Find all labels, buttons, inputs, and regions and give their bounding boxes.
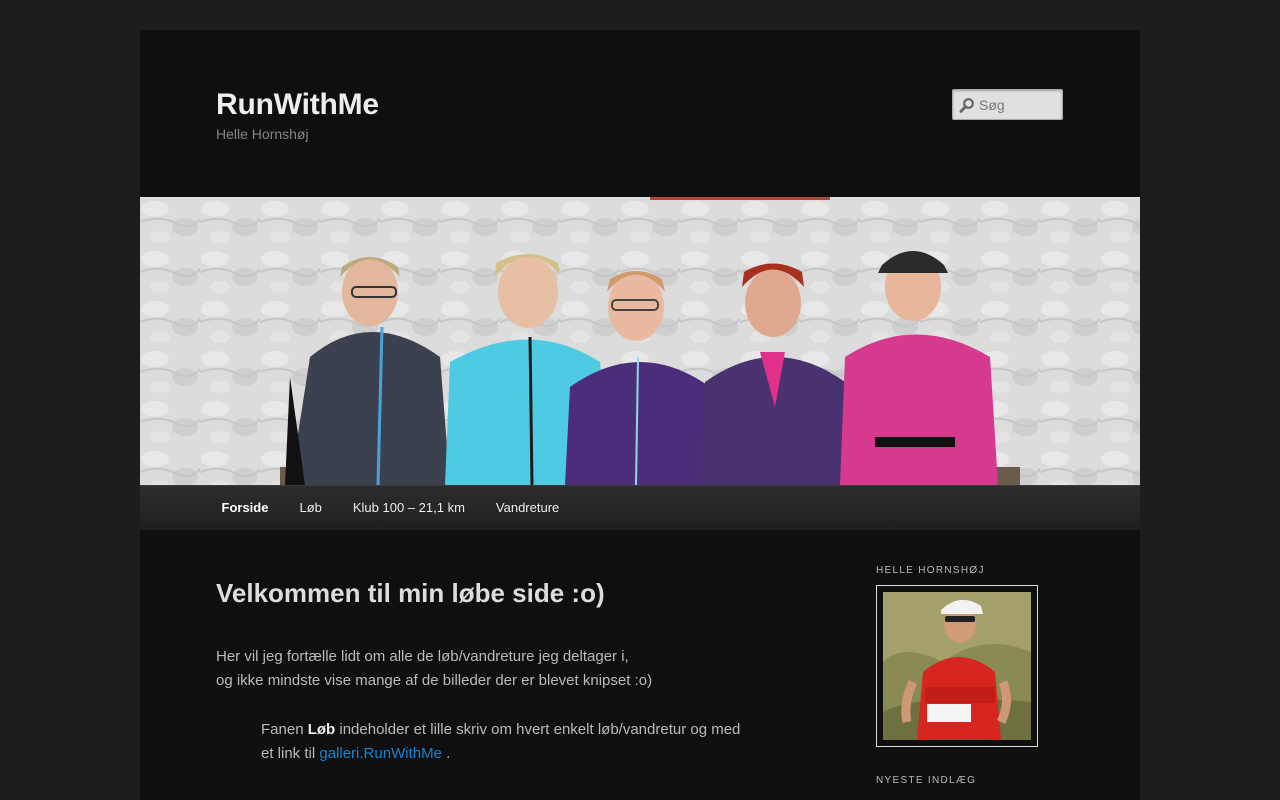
fanen-line2-prefix: et link til	[261, 745, 320, 762]
intro-line-2: og ikke mindste vise mange af de billede…	[216, 672, 653, 689]
header-image	[140, 197, 1140, 485]
search-icon	[959, 98, 974, 113]
nav-item-forside[interactable]: Forside	[206, 486, 284, 530]
recent-posts-widget-title: NYESTE INDLÆG	[876, 775, 977, 786]
profile-image	[883, 592, 1031, 740]
main-navigation: Forside Løb Klub 100 – 21,1 km Vandretur…	[140, 485, 1140, 530]
intro-line-1: Her vil jeg fortælle lidt om alle de løb…	[216, 648, 629, 665]
fanen-line2-suffix: .	[441, 745, 451, 762]
search-input[interactable]	[979, 90, 1061, 119]
site-description: Helle Hornshøj	[216, 126, 309, 142]
search-box[interactable]	[952, 89, 1063, 120]
profile-widget-title: HELLE HORNSHØJ	[876, 565, 985, 576]
gallery-link[interactable]: galleri.RunWithMe	[319, 745, 442, 762]
fanen-bold: Løb	[307, 721, 336, 738]
page: RunWithMe Helle Hornshøj Søg Forside Løb…	[140, 30, 1140, 800]
nav-item-vandreture[interactable]: Vandreture	[480, 486, 574, 530]
entry-title: Velkommen til min løbe side :o)	[216, 578, 605, 608]
header-photo	[140, 197, 1140, 485]
site-title[interactable]: RunWithMe	[216, 88, 379, 122]
nav-item-lob[interactable]: Løb	[284, 486, 337, 530]
fanen-prefix: Fanen	[261, 721, 308, 738]
nav-item-klub-100[interactable]: Klub 100 – 21,1 km	[337, 486, 480, 530]
intro-paragraph: Her vil jeg fortælle lidt om alle de løb…	[216, 645, 652, 693]
site-header: RunWithMe Helle Hornshøj	[140, 30, 1140, 197]
fanen-paragraph: Fanen Løb indeholder et lille skriv om h…	[261, 718, 761, 766]
profile-photo[interactable]	[876, 585, 1038, 747]
fanen-rest: indeholder et lille skriv om hvert enkel…	[335, 721, 741, 738]
